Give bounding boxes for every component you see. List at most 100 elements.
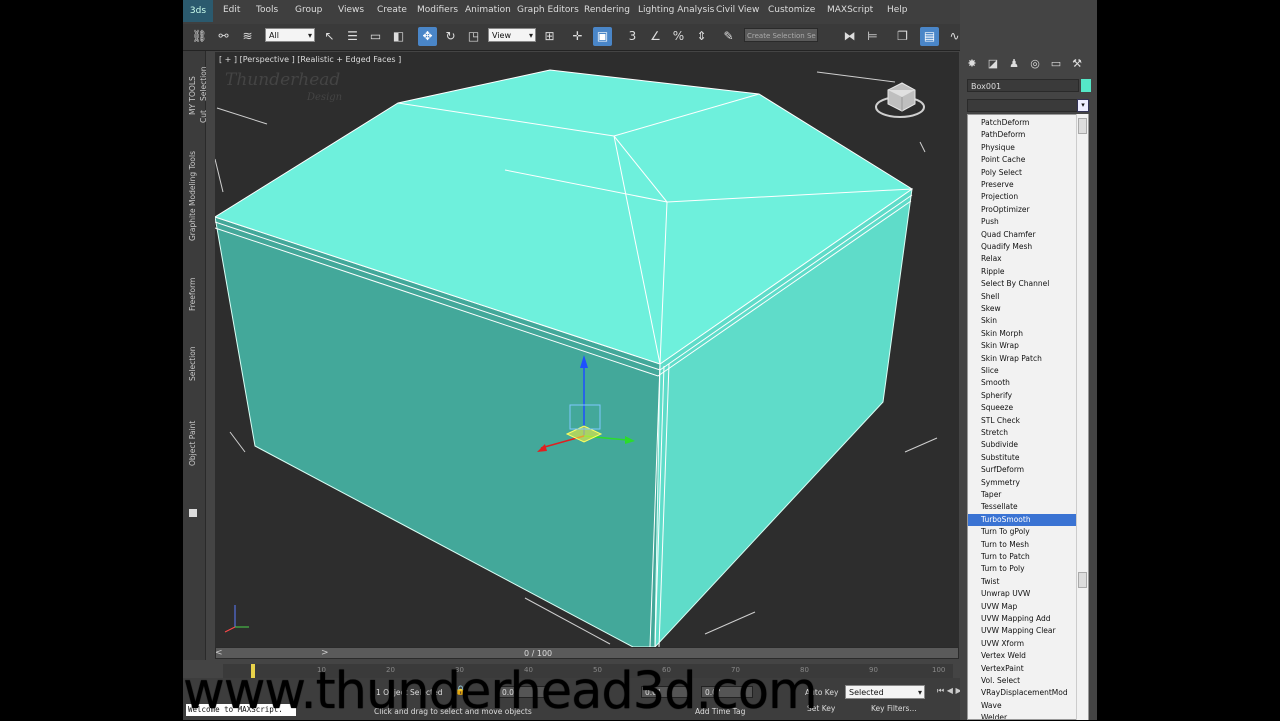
modifier-list-item[interactable]: Projection <box>968 191 1076 203</box>
modifier-list-item[interactable]: UVW Xform <box>968 638 1076 650</box>
reference-coordinate-dropdown[interactable]: View <box>488 28 536 43</box>
menu-edit[interactable]: Edit <box>223 5 240 15</box>
modifier-list-item[interactable]: Tessellate <box>968 501 1076 513</box>
menu-lighting-analysis[interactable]: Lighting Analysis <box>638 5 714 15</box>
pivot-center-icon[interactable]: ⊞ <box>540 27 559 46</box>
modifier-list-item[interactable]: PatchDeform <box>968 117 1076 129</box>
perspective-viewport[interactable]: [ + ] [Perspective ] [Realistic + Edged … <box>215 52 959 647</box>
key-filters-button[interactable]: Key Filters... <box>871 704 917 713</box>
object-color-swatch[interactable] <box>1081 79 1091 92</box>
modifier-list-scrollbar[interactable] <box>1076 114 1088 720</box>
select-and-rotate-icon[interactable]: ↻ <box>441 27 460 46</box>
modifier-list-item[interactable]: Subdivide <box>968 439 1076 451</box>
mirror-icon[interactable]: ⧓ <box>840 27 859 46</box>
key-mode-dropdown[interactable]: Selected <box>845 685 925 700</box>
modifier-list-item[interactable]: Skin <box>968 315 1076 327</box>
modifier-list-item[interactable]: Select By Channel <box>968 278 1076 290</box>
select-object-icon[interactable]: ↖ <box>320 27 339 46</box>
named-selection-sets-input[interactable]: Create Selection Se <box>744 28 818 42</box>
modifier-list-item[interactable]: Turn to Mesh <box>968 539 1076 551</box>
modifier-list-item[interactable]: Smooth <box>968 377 1076 389</box>
menu-tools[interactable]: Tools <box>256 5 278 15</box>
modifier-list-item[interactable]: Skew <box>968 303 1076 315</box>
modifier-list-item[interactable]: Stretch <box>968 427 1076 439</box>
modifier-list-item[interactable]: Skin Wrap <box>968 340 1076 352</box>
menu-customize[interactable]: Customize <box>768 5 815 15</box>
modifier-list-item[interactable]: Point Cache <box>968 154 1076 166</box>
menu-graph-editors[interactable]: Graph Editors <box>517 5 579 15</box>
modifier-list-item[interactable]: Slice <box>968 365 1076 377</box>
modifier-list-item[interactable]: Quad Chamfer <box>968 229 1076 241</box>
modifier-list-item[interactable]: Preserve <box>968 179 1076 191</box>
unlink-icon[interactable]: ⚯ <box>214 27 233 46</box>
select-manipulate-icon[interactable]: ✛ <box>568 27 587 46</box>
modifier-list-item[interactable]: Poly Select <box>968 167 1076 179</box>
modifier-list-dropdown[interactable] <box>967 99 1079 112</box>
bind-space-warp-icon[interactable]: ≋ <box>238 27 257 46</box>
modifier-list-item[interactable]: Symmetry <box>968 477 1076 489</box>
modifier-list-arrow-icon[interactable]: ▾ <box>1077 99 1089 112</box>
layer-manager-icon[interactable]: ❐ <box>893 27 912 46</box>
display-tab-icon[interactable]: ▭ <box>1049 57 1063 71</box>
modifier-list-item[interactable]: TurboSmooth <box>968 513 1076 527</box>
align-icon[interactable]: ⊨ <box>863 27 882 46</box>
modifier-list-item[interactable]: Spherify <box>968 390 1076 402</box>
menu-maxscript[interactable]: MAXScript <box>827 5 873 15</box>
select-and-move-icon[interactable]: ✥ <box>418 27 437 46</box>
modifier-list-item[interactable]: Substitute <box>968 452 1076 464</box>
select-by-name-icon[interactable]: ☰ <box>343 27 362 46</box>
viewcube-icon[interactable] <box>875 82 925 118</box>
menu-animation[interactable]: Animation <box>465 5 511 15</box>
modifier-list-item[interactable]: UVW Mapping Add <box>968 613 1076 625</box>
scroll-thumb[interactable] <box>1078 572 1087 588</box>
link-icon[interactable]: ⛓ <box>190 27 209 46</box>
modifier-list-item[interactable]: VRayDisplacementMod <box>968 687 1076 699</box>
menu-group[interactable]: Group <box>295 5 322 15</box>
hierarchy-tab-icon[interactable]: ♟ <box>1007 57 1021 71</box>
modifier-list-item[interactable]: Wave <box>968 700 1076 712</box>
scroll-up-arrow-icon[interactable] <box>1078 118 1087 134</box>
modifier-list-item[interactable]: Vol. Select <box>968 675 1076 687</box>
modifier-list-item[interactable]: Physique <box>968 142 1076 154</box>
modifier-list-item[interactable]: Ripple <box>968 266 1076 278</box>
keyboard-shortcut-override-icon[interactable]: ▣ <box>593 27 612 46</box>
modifier-list-item[interactable]: STL Check <box>968 415 1076 427</box>
app-logo-icon[interactable]: 3ds <box>183 0 213 22</box>
time-slider-prev-icon[interactable]: < <box>215 647 225 659</box>
percent-snap-icon[interactable]: % <box>669 27 688 46</box>
modifier-list-item[interactable]: UVW Mapping Clear <box>968 625 1076 637</box>
modifier-list-item[interactable]: Skin Morph <box>968 328 1076 340</box>
modifier-list-item[interactable]: Unwrap UVW <box>968 588 1076 600</box>
modifier-list-item[interactable]: Turn to Poly <box>968 563 1076 575</box>
modifier-list-item[interactable]: ProOptimizer <box>968 204 1076 216</box>
motion-tab-icon[interactable]: ◎ <box>1028 57 1042 71</box>
modifier-list-item[interactable]: Push <box>968 216 1076 228</box>
time-slider-next-icon[interactable]: > <box>321 647 331 659</box>
modify-tab-icon[interactable]: ◪ <box>986 57 1000 71</box>
modifier-list-item[interactable]: PathDeform <box>968 129 1076 141</box>
viewport-label[interactable]: [ + ] [Perspective ] [Realistic + Edged … <box>219 55 401 64</box>
modifier-list-item[interactable]: Taper <box>968 489 1076 501</box>
menu-modifiers[interactable]: Modifiers <box>417 5 458 15</box>
spinner-snap-icon[interactable]: ⇕ <box>692 27 711 46</box>
window-crossing-icon[interactable]: ◧ <box>389 27 408 46</box>
modifier-list-item[interactable]: Turn to Patch <box>968 551 1076 563</box>
menu-civil-view[interactable]: Civil View <box>716 5 759 15</box>
angle-snap-icon[interactable]: ∠ <box>646 27 665 46</box>
rectangle-selection-icon[interactable]: ▭ <box>366 27 385 46</box>
menu-rendering[interactable]: Rendering <box>584 5 630 15</box>
modifier-list-item[interactable]: SurfDeform <box>968 464 1076 476</box>
object-name-field[interactable]: Box001 <box>967 79 1079 92</box>
time-slider-frame-label[interactable]: 0 / 100 <box>524 648 552 659</box>
selection-filter-dropdown[interactable]: All <box>265 28 315 43</box>
toggle-ribbon-icon[interactable]: ▤ <box>920 27 939 46</box>
modifier-list-item[interactable]: Welder <box>968 712 1076 719</box>
menu-help[interactable]: Help <box>887 5 908 15</box>
modifier-list-item[interactable]: Twist <box>968 576 1076 588</box>
menu-create[interactable]: Create <box>377 5 407 15</box>
snaps-toggle-icon[interactable]: 3 <box>623 27 642 46</box>
edit-named-selection-icon[interactable]: ✎ <box>719 27 738 46</box>
modifier-list-item[interactable]: Skin Wrap Patch <box>968 353 1076 365</box>
utilities-tab-icon[interactable]: ⚒ <box>1070 57 1084 71</box>
create-tab-icon[interactable]: ✸ <box>965 57 979 71</box>
